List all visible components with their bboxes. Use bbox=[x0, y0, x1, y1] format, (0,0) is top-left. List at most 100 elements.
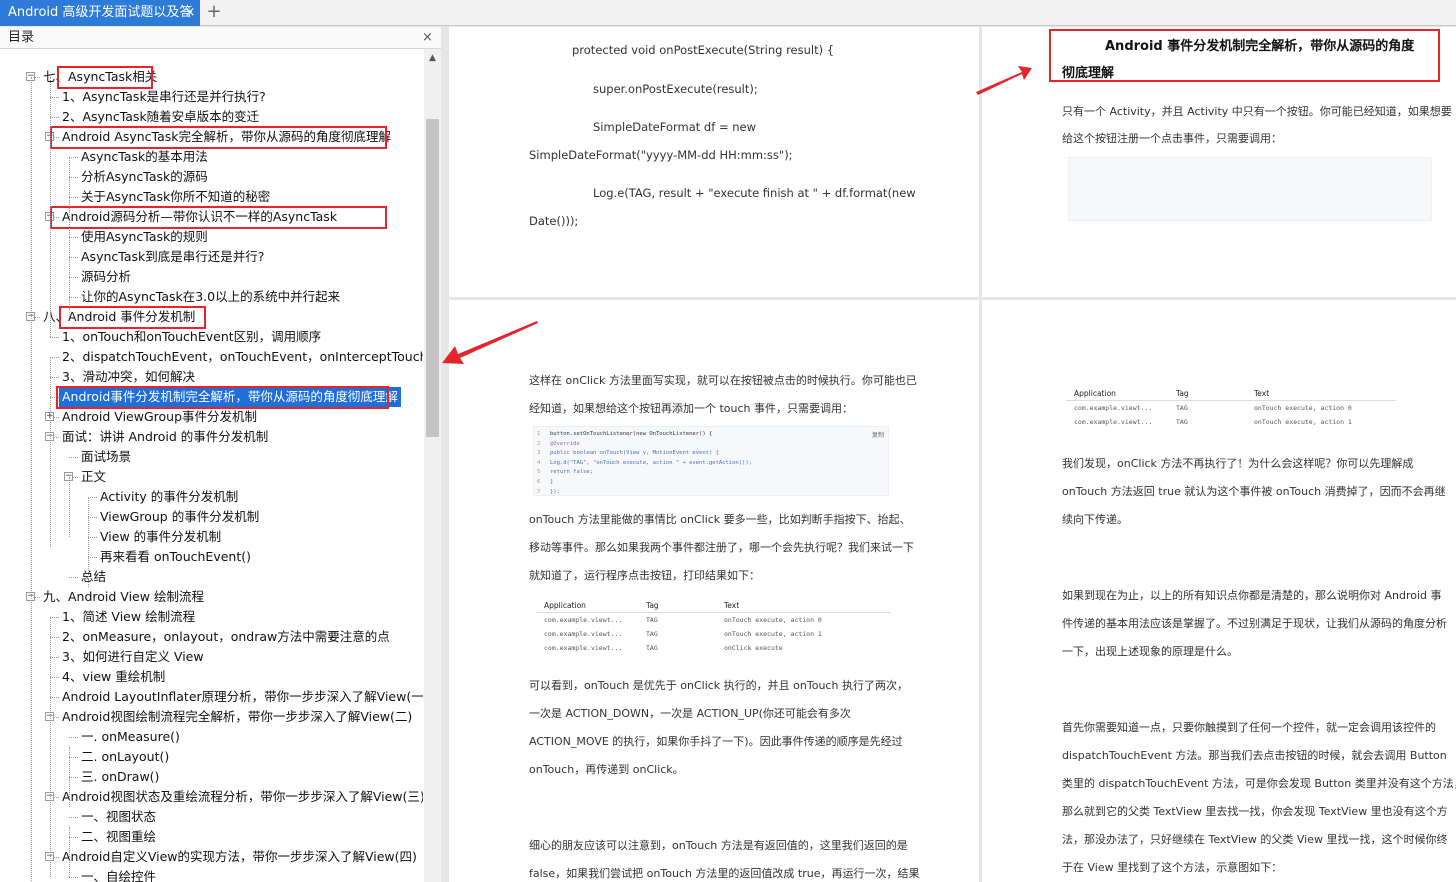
document-page-3: 这样在 onClick 方法里面写实现，就可以在按钮被点击的时候执行。你可能也已… bbox=[449, 300, 979, 882]
log-cell: TAG bbox=[646, 616, 658, 624]
toc-item[interactable]: 总结 bbox=[81, 567, 106, 587]
divider bbox=[536, 612, 891, 613]
paragraph-line: 如果到现在为止，以上的所有知识点你都是清楚的，那么说明你对 Android 事 bbox=[1062, 589, 1442, 602]
line-number: 6 bbox=[537, 479, 541, 485]
log-column-header: Tag bbox=[1176, 389, 1189, 398]
paragraph-line: 一下，出现上述现象的原理是什么。 bbox=[1062, 645, 1238, 658]
toc-item[interactable]: 再来看看 onTouchEvent() bbox=[100, 547, 251, 567]
annotation-arrow bbox=[442, 321, 538, 364]
tab-bar: Android 高级开发面试题以及答 × + bbox=[0, 0, 1456, 26]
log-cell: TAG bbox=[1176, 404, 1188, 412]
toc-title: 目录 bbox=[8, 30, 35, 45]
toc-item[interactable]: ViewGroup 的事件分发机制 bbox=[100, 507, 259, 527]
log-cell: TAG bbox=[646, 630, 658, 638]
tree-connector bbox=[88, 537, 97, 538]
toc-item[interactable]: AsyncTask到底是串行还是并行? bbox=[81, 247, 264, 267]
toc-item[interactable]: 面试：讲讲 Android 的事件分发机制 bbox=[62, 427, 268, 447]
toc-item[interactable]: 2、onMeasure，onlayout，ondraw方法中需要注意的点 bbox=[62, 627, 390, 647]
toc-item[interactable]: View 的事件分发机制 bbox=[100, 527, 221, 547]
highlight-box bbox=[57, 66, 153, 89]
log-cell: TAG bbox=[646, 644, 658, 652]
toc-item[interactable]: AsyncTask的基本用法 bbox=[81, 147, 208, 167]
paragraph-line: 这样在 onClick 方法里面写实现，就可以在按钮被点击的时候执行。你可能也已 bbox=[529, 374, 917, 387]
toc-item[interactable]: 一、视图状态 bbox=[81, 807, 156, 827]
tree-connector bbox=[50, 357, 59, 358]
document-page-4: Application Tag Text com.example.viewt... TA… bbox=[982, 300, 1456, 882]
toc-item[interactable]: 面试场景 bbox=[81, 447, 131, 467]
toc-item[interactable]: 二、视图重绘 bbox=[81, 827, 156, 847]
paragraph-line: ACTION_MOVE 的执行，如果你手抖了一下)。因此事件传递的顺序是先经过 bbox=[529, 735, 903, 748]
paragraph-line: 经知道，如果想给这个按钮再添加一个 touch 事件，只需要调用： bbox=[529, 402, 854, 415]
tree-connector bbox=[69, 277, 78, 278]
toc-item[interactable]: 九、Android View 绘制流程 bbox=[43, 587, 204, 607]
toc-sidebar: 目录 × 七、AsyncTask相关 −1、AsyncTask是串行还是并行执行?… bbox=[0, 27, 441, 882]
tree-connector bbox=[50, 617, 51, 877]
toc-item[interactable]: 关于AsyncTask你所不知道的秘密 bbox=[81, 187, 270, 207]
toc-item[interactable]: 1、AsyncTask是串行还是并行执行? bbox=[62, 87, 266, 107]
code-line: super.onPostExecute(result); bbox=[593, 82, 758, 96]
toc-item[interactable]: 一、自绘控件 bbox=[81, 867, 156, 882]
toc-item[interactable]: 3、滑动冲突，如何解决 bbox=[62, 367, 195, 387]
highlight-box bbox=[59, 306, 206, 329]
log-cell: com.example.viewt... bbox=[544, 616, 623, 624]
log-cell: onTouch execute, action 0 bbox=[724, 616, 822, 624]
log-column-header: Text bbox=[1254, 389, 1270, 398]
paragraph-line: 可以看到，onTouch 是优先于 onClick 执行的，并且 onTouch… bbox=[529, 679, 908, 692]
toc-item[interactable]: 4、view 重绘机制 bbox=[62, 667, 165, 687]
toc-item[interactable]: Activity 的事件分发机制 bbox=[100, 487, 238, 507]
tree-connector bbox=[50, 337, 59, 338]
line-number: 3 bbox=[537, 450, 541, 457]
toc-item[interactable]: 正文 bbox=[81, 467, 106, 487]
tree-connector bbox=[69, 157, 78, 158]
toc-item[interactable]: Android视图状态及重绘流程分析，带你一步步深入了解View(三) bbox=[62, 787, 423, 807]
code-line: SimpleDateFormat df = new bbox=[593, 120, 756, 134]
toc-item[interactable]: 1、onTouch和onTouchEvent区别，调用顺序 bbox=[62, 327, 321, 347]
code-line: Log.e(TAG, result + "execute finish at "… bbox=[593, 186, 916, 200]
log-column-header: Text bbox=[724, 601, 740, 610]
tree-connector bbox=[69, 197, 78, 198]
toc-item[interactable]: Android LayoutInflater原理分析，带你一步步深入了解View… bbox=[62, 687, 423, 707]
toc-item[interactable]: 使用AsyncTask的规则 bbox=[81, 227, 208, 247]
highlight-box bbox=[50, 206, 387, 229]
toc-item[interactable]: 3、如何进行自定义 View bbox=[62, 647, 204, 667]
tree-connector bbox=[50, 357, 51, 547]
tree-connector bbox=[88, 497, 89, 587]
tree-connector bbox=[69, 237, 70, 317]
toc-item[interactable]: 源码分析 bbox=[81, 267, 131, 287]
toc-item[interactable]: 二. onLayout() bbox=[81, 747, 169, 767]
toc-scrollbar[interactable]: ▲ bbox=[424, 49, 441, 882]
tab-close-icon[interactable]: × bbox=[183, 0, 197, 26]
code-line: Date())); bbox=[529, 214, 579, 228]
toc-item[interactable]: 2、dispatchTouchEvent，onTouchEvent，onInte… bbox=[62, 347, 423, 367]
tab-title: Android 高级开发面试题以及答 bbox=[8, 5, 193, 20]
copy-button[interactable]: 复制 bbox=[872, 430, 884, 439]
scroll-thumb[interactable] bbox=[426, 119, 439, 437]
toc-item[interactable]: 分析AsyncTask的源码 bbox=[81, 167, 208, 187]
toc-item[interactable]: 2、AsyncTask随着安卓版本的变迁 bbox=[62, 107, 259, 127]
toc-item[interactable]: Android自定义View的实现方法，带你一步步深入了解View(四) bbox=[62, 847, 417, 867]
tree-connector bbox=[69, 837, 78, 838]
tree-connector bbox=[69, 877, 78, 878]
close-icon[interactable]: × bbox=[422, 27, 433, 49]
scroll-up-icon[interactable]: ▲ bbox=[424, 53, 441, 65]
log-table: Application Tag Text com.example.viewt... TA… bbox=[1066, 389, 1396, 431]
toc-item[interactable]: 一. onMeasure() bbox=[81, 727, 180, 747]
code-line: @Override bbox=[550, 440, 580, 447]
toc-item[interactable]: Android视图绘制流程完全解析，带你一步步深入了解View(二) bbox=[62, 707, 412, 727]
line-number: 7 bbox=[537, 488, 541, 495]
line-number: 2 bbox=[537, 440, 541, 447]
paragraph-line: 法，那没办法了，只好继续在 TextView 的父类 View 里找一找，这个时… bbox=[1062, 833, 1448, 846]
new-tab-icon[interactable]: + bbox=[205, 0, 223, 26]
heading-highlight-box bbox=[1049, 29, 1440, 82]
toc-item[interactable]: 1、简述 View 绘制流程 bbox=[62, 607, 195, 627]
paragraph-line: 那么就到它的父类 TextView 里去找一找，你会发现 TextView 里也… bbox=[1062, 805, 1448, 818]
tree-connector bbox=[31, 77, 32, 882]
toc-item[interactable]: Android ViewGroup事件分发机制 bbox=[62, 407, 257, 427]
paragraph-line: false，如果我们尝试把 onTouch 方法里的返回值改成 true，再运行… bbox=[529, 867, 920, 880]
document-tab[interactable]: Android 高级开发面试题以及答 bbox=[0, 0, 200, 26]
paragraph-line: 类里的 dispatchTouchEvent 方法，可是你会发现 Button … bbox=[1062, 777, 1456, 790]
tree-connector bbox=[50, 657, 59, 658]
toc-item[interactable]: 让你的AsyncTask在3.0以上的系统中并行起来 bbox=[81, 287, 340, 307]
toc-item[interactable]: 三. onDraw() bbox=[81, 767, 159, 787]
paragraph-line: 只有一个 Activity，并且 Activity 中只有一个按钮。你可能已经知… bbox=[1062, 105, 1452, 118]
